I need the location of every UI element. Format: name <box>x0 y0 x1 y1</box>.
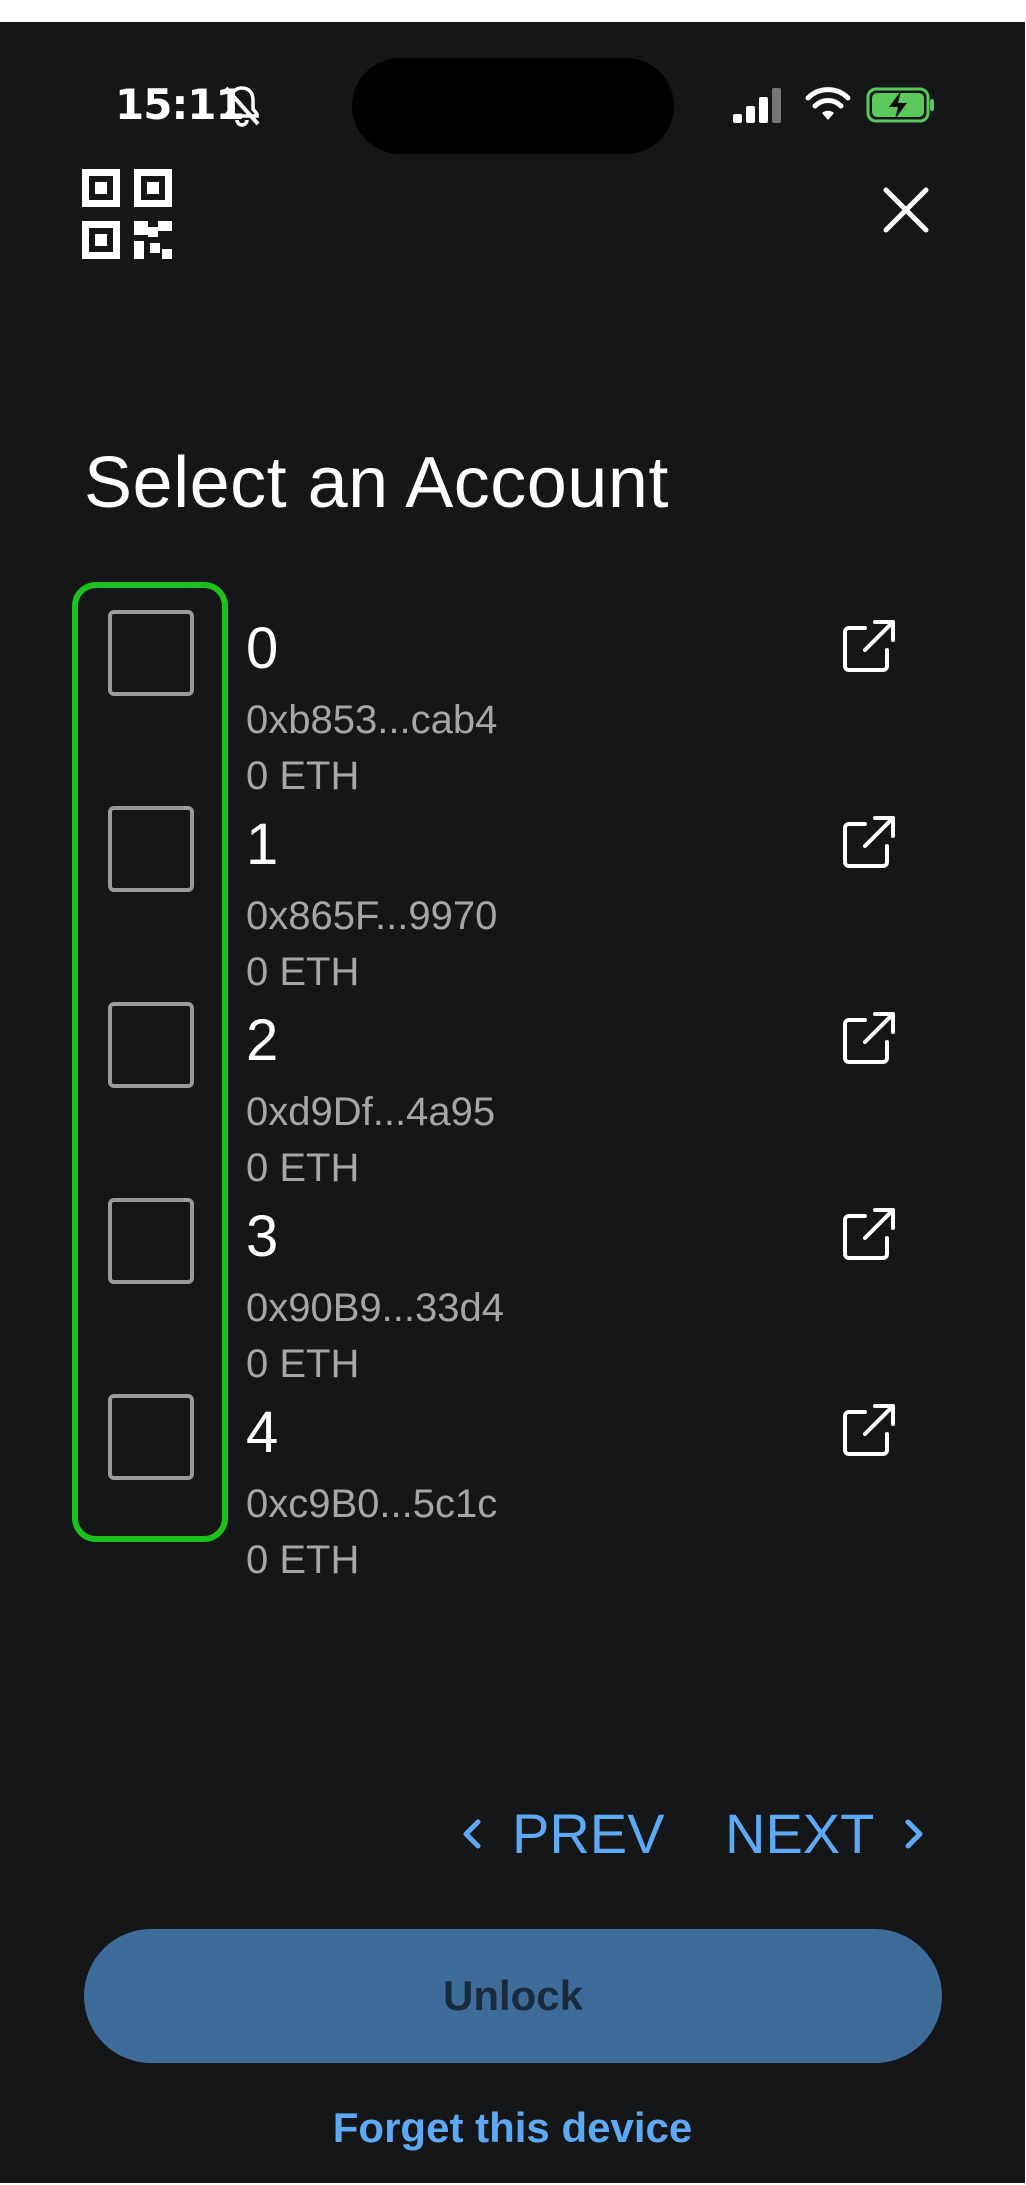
close-icon[interactable] <box>882 186 930 234</box>
prev-label: PREV <box>512 1802 665 1865</box>
account-address: 0xb853...cab4 <box>246 698 498 742</box>
account-balance: 0 ETH <box>246 950 360 994</box>
account-balance: 0 ETH <box>246 754 360 798</box>
signal-icon <box>733 88 781 123</box>
account-balance: 0 ETH <box>246 1146 360 1190</box>
account-index: 1 <box>246 812 279 877</box>
external-link-icon[interactable] <box>841 618 897 674</box>
account-checkbox[interactable] <box>108 610 194 696</box>
account-index: 0 <box>246 616 279 681</box>
external-link-icon[interactable] <box>841 1010 897 1066</box>
next-label: NEXT <box>725 1802 875 1865</box>
external-link-icon[interactable] <box>841 814 897 870</box>
account-row[interactable]: 0 0xb853...cab4 0 ETH <box>0 610 1025 806</box>
forget-device-link[interactable]: Forget this device <box>0 2104 1025 2152</box>
prev-page-button[interactable]: PREV <box>460 1806 665 1862</box>
hardware-wallet-account-screen: 15:11 Select an Account 0 0xb853...cab4 … <box>0 22 1025 2183</box>
account-checkbox[interactable] <box>108 1394 194 1480</box>
unlock-button[interactable]: Unlock <box>84 1929 942 2063</box>
account-row[interactable]: 4 0xc9B0...5c1c 0 ETH <box>0 1394 1025 1590</box>
qr-code-icon[interactable] <box>82 169 172 259</box>
chevron-left-icon <box>463 1819 481 1849</box>
account-address: 0xd9Df...4a95 <box>246 1090 496 1134</box>
account-index: 2 <box>246 1008 279 1073</box>
external-link-icon[interactable] <box>841 1402 897 1458</box>
account-address: 0xc9B0...5c1c <box>246 1482 498 1526</box>
next-page-button[interactable]: NEXT <box>725 1806 926 1862</box>
account-checkbox[interactable] <box>108 806 194 892</box>
account-row[interactable]: 3 0x90B9...33d4 0 ETH <box>0 1198 1025 1394</box>
wifi-icon <box>805 87 851 120</box>
page-title: Select an Account <box>84 443 669 523</box>
account-checkbox[interactable] <box>108 1002 194 1088</box>
chevron-right-icon <box>905 1819 923 1849</box>
account-index: 4 <box>246 1400 279 1465</box>
account-balance: 0 ETH <box>246 1342 360 1386</box>
battery-charging-icon <box>866 87 934 123</box>
dynamic-island <box>352 58 674 154</box>
account-row[interactable]: 2 0xd9Df...4a95 0 ETH <box>0 1002 1025 1198</box>
account-index: 3 <box>246 1204 279 1269</box>
account-address: 0x865F...9970 <box>246 894 498 938</box>
account-address: 0x90B9...33d4 <box>246 1286 504 1330</box>
bell-slash-icon <box>224 86 260 127</box>
account-row[interactable]: 1 0x865F...9970 0 ETH <box>0 806 1025 1002</box>
external-link-icon[interactable] <box>841 1206 897 1262</box>
account-balance: 0 ETH <box>246 1538 360 1582</box>
account-checkbox[interactable] <box>108 1198 194 1284</box>
